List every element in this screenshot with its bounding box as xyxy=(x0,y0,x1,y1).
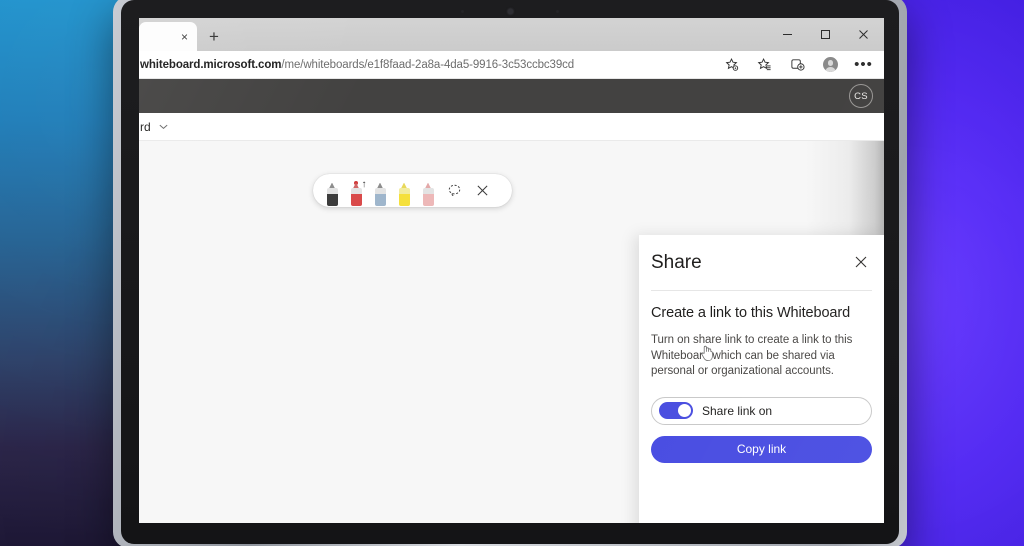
share-link-toggle[interactable] xyxy=(659,402,693,419)
url-path: /me/whiteboards/e1f8faad-2a8a-4da5-9916-… xyxy=(281,58,575,71)
close-toolbar-icon[interactable] xyxy=(469,178,495,204)
pen-color-swatch xyxy=(398,193,410,206)
window-controls xyxy=(768,18,882,51)
chevron-down-icon[interactable] xyxy=(158,121,169,132)
address-bar-url[interactable]: whiteboard.microsoft.com/me/whiteboards/… xyxy=(139,59,574,71)
whiteboard-command-bar: rd xyxy=(139,113,884,141)
share-close-button[interactable] xyxy=(848,249,874,275)
share-heading: Create a link to this Whiteboard xyxy=(651,305,851,321)
profile-avatar xyxy=(823,57,838,72)
copy-link-button[interactable]: Copy link xyxy=(651,435,872,463)
share-link-toggle-label: Share link on xyxy=(702,403,773,418)
more-options-label: ••• xyxy=(854,55,873,73)
pen-blue[interactable] xyxy=(369,176,391,206)
pen-black[interactable] xyxy=(321,176,343,206)
whiteboard-title[interactable]: rd xyxy=(139,120,151,134)
favorite-settings-icon[interactable] xyxy=(715,51,748,78)
pen-red[interactable]: ↑ xyxy=(345,176,367,206)
screenshot-stage: × + whiteboard.microsoft.com/me/whiteboa… xyxy=(0,0,1024,546)
maximize-button[interactable] xyxy=(806,18,844,51)
pen-color-swatch xyxy=(326,193,338,206)
share-panel: Share Create a link to this Whiteboard T… xyxy=(639,235,884,523)
pen-color-swatch xyxy=(350,193,362,206)
pen-toolbar: ↑ xyxy=(313,174,512,207)
pen-pink[interactable] xyxy=(417,176,439,206)
minimize-button[interactable] xyxy=(768,18,806,51)
favorites-list-icon[interactable] xyxy=(748,51,781,78)
tab-close-icon[interactable]: × xyxy=(181,31,188,43)
tab-strip: × + xyxy=(139,18,884,51)
webcam-sensor-right-icon xyxy=(556,10,559,13)
address-bar-icons: ••• xyxy=(715,51,880,78)
webcam-sensor-left-icon xyxy=(461,10,464,13)
lasso-select-icon[interactable] xyxy=(441,178,467,204)
new-tab-button[interactable]: + xyxy=(203,26,225,48)
app-header: CS xyxy=(139,79,884,113)
share-panel-title: Share xyxy=(651,251,702,273)
close-window-button[interactable] xyxy=(844,18,882,51)
share-description: Turn on share link to create a link to t… xyxy=(651,334,853,377)
toggle-knob xyxy=(678,404,691,417)
user-avatar[interactable]: CS xyxy=(849,84,873,108)
profile-icon[interactable] xyxy=(814,51,847,78)
browser-window: × + whiteboard.microsoft.com/me/whiteboa… xyxy=(139,18,884,523)
highlighter-yellow[interactable] xyxy=(393,176,415,206)
webcam-icon xyxy=(507,9,513,14)
url-domain: whiteboard.microsoft.com xyxy=(140,58,282,71)
pen-up-arrow-icon: ↑ xyxy=(361,178,367,190)
share-panel-body: Create a link to this Whiteboard Turn on… xyxy=(639,291,884,463)
pen-color-swatch xyxy=(374,193,386,206)
share-link-toggle-row[interactable]: Share link on xyxy=(651,396,872,425)
whiteboard-canvas[interactable]: ↑ Share Create a link to this Whiteboard… xyxy=(139,141,884,523)
browser-tab-active[interactable]: × xyxy=(139,22,197,51)
pen-color-swatch xyxy=(422,193,434,206)
address-bar[interactable]: whiteboard.microsoft.com/me/whiteboards/… xyxy=(139,51,884,79)
collections-icon[interactable] xyxy=(781,51,814,78)
share-panel-header: Share xyxy=(639,235,884,290)
more-options-icon[interactable]: ••• xyxy=(847,51,880,78)
